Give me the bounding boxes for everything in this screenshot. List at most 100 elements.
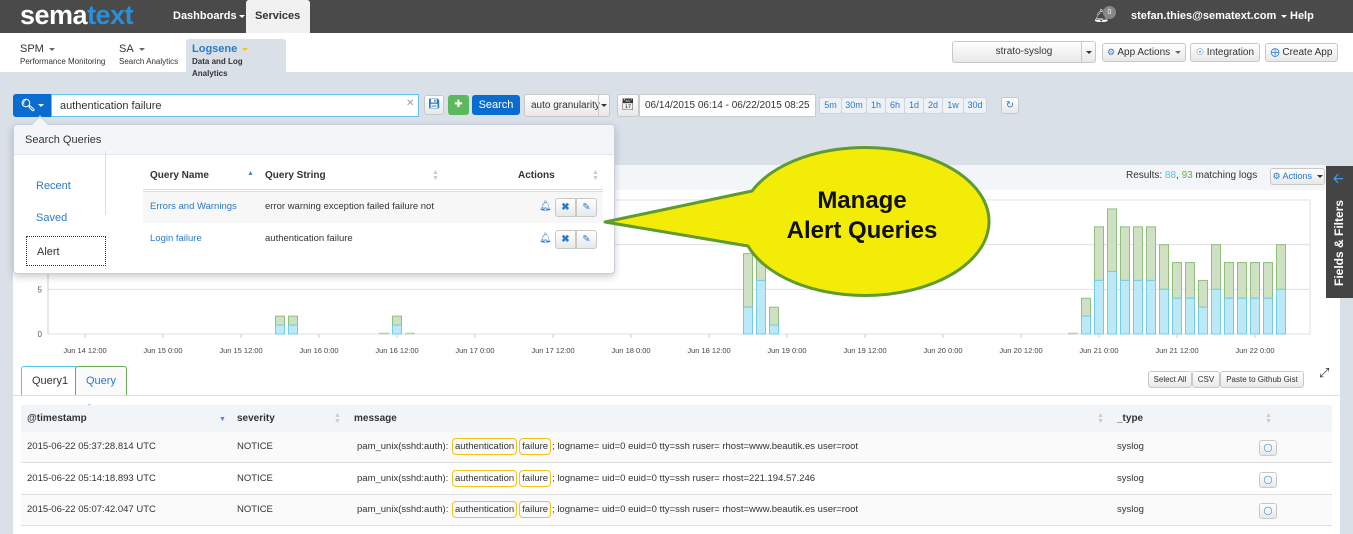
app-actions-button[interactable]: ⚙ App Actions [1102, 43, 1186, 62]
select-all-button[interactable]: Select All [1148, 371, 1192, 388]
bar-query1[interactable] [1263, 297, 1273, 335]
bar-query1[interactable] [1276, 288, 1286, 335]
dropdown-toggle[interactable] [598, 95, 609, 116]
bar-query2[interactable] [769, 306, 779, 326]
side-tab-alert[interactable]: Alert [26, 236, 106, 266]
results-actions-button[interactable]: ⚙ Actions [1270, 168, 1325, 185]
bar-query1[interactable] [1094, 279, 1104, 335]
column-header-query-string[interactable]: Query String [265, 165, 326, 187]
table-row[interactable]: 2015-06-22 05:37:28.814 UTC NOTICE pam_uni… [21, 432, 1332, 463]
refresh-button[interactable]: ↻ [1001, 97, 1019, 114]
time-button-6h[interactable]: 6h [885, 97, 905, 114]
table-row[interactable]: 2015-06-22 05:07:42.047 UTC NOTICE pam_uni… [21, 495, 1332, 526]
bar-query1[interactable] [1120, 279, 1130, 335]
query-name-link[interactable]: Errors and Warnings [150, 192, 237, 222]
bar-query2[interactable] [1185, 262, 1195, 299]
app-sa[interactable]: SA Search Analytics [113, 39, 184, 72]
column-header-type[interactable]: _type [1117, 405, 1143, 432]
fullscreen-expand-icon[interactable]: ⤢ [1319, 365, 1329, 381]
add-query-button[interactable]: ✚ [448, 95, 469, 115]
sort-icon[interactable]: ▲ ▼ [1097, 412, 1104, 425]
sort-icon[interactable]: ▲ ▼ [1265, 412, 1272, 425]
sort-icon[interactable]: ▲ ▼ [432, 169, 439, 182]
bar-query2[interactable] [1237, 262, 1247, 299]
bar-query1[interactable] [769, 324, 779, 335]
integration-button[interactable]: ☉ Integration [1190, 43, 1260, 62]
bar-query1[interactable] [1081, 315, 1091, 335]
alert-bell-icon[interactable]: 🔔︎ [539, 233, 552, 244]
bar-query1[interactable] [1237, 297, 1247, 335]
time-button-5m[interactable]: 5m [819, 97, 842, 114]
bar-query1[interactable] [288, 324, 298, 335]
sort-icon[interactable]: ▲ ▼ [334, 412, 341, 425]
delete-query-button[interactable]: ✖ [555, 230, 576, 249]
time-button-1d[interactable]: 1d [904, 97, 924, 114]
help-link[interactable]: Help [1290, 0, 1314, 33]
bar-query2[interactable] [1276, 244, 1286, 290]
side-tab-saved[interactable]: Saved [26, 203, 106, 233]
date-range-input[interactable]: 06/14/2015 06:14 - 06/22/2015 08:25 [639, 94, 816, 117]
search-input[interactable] [51, 94, 419, 117]
bar-query1[interactable] [743, 306, 753, 335]
row-details-button[interactable]: ◯ [1259, 471, 1277, 488]
bar-query1[interactable] [1198, 306, 1208, 335]
edit-query-button[interactable]: ✎ [576, 198, 597, 217]
row-details-button[interactable]: ◯ [1259, 440, 1277, 456]
user-menu[interactable]: stefan.thies@sematext.com [1131, 0, 1288, 33]
bar-query2[interactable] [392, 315, 402, 326]
nav-dashboards[interactable]: Dashboards [164, 0, 254, 33]
bar-query2[interactable] [1263, 262, 1273, 299]
column-header-actions[interactable]: Actions [518, 165, 555, 187]
bar-query1[interactable] [1159, 288, 1169, 335]
bar-query2[interactable] [288, 315, 298, 326]
time-button-1h[interactable]: 1h [866, 97, 886, 114]
csv-export-button[interactable]: CSV [1192, 371, 1220, 388]
bar-query2[interactable] [1146, 226, 1156, 281]
tab-query1[interactable]: Query1 [21, 366, 80, 395]
app-spm[interactable]: SPM Performance Monitoring [14, 39, 111, 72]
app-logsene[interactable]: Logsene Data and Log Analytics [186, 39, 286, 78]
fields-filters-panel-toggle[interactable]: 🡠 Fields & Filters [1326, 166, 1353, 298]
time-button-30m[interactable]: 30m [841, 97, 867, 114]
bar-query1[interactable] [756, 279, 766, 335]
bar-query2[interactable] [1133, 226, 1143, 281]
column-header-message[interactable]: message [354, 405, 397, 432]
bar-query2[interactable] [1120, 226, 1130, 281]
alert-query-row[interactable]: Errors and Warnings error warning excepti… [143, 191, 603, 223]
row-details-button[interactable]: ◯ [1259, 503, 1277, 519]
bar-query1[interactable] [1224, 297, 1234, 335]
bar-query2[interactable] [743, 253, 753, 308]
bar-query1[interactable] [1250, 297, 1260, 335]
column-header-query-name[interactable]: Query Name [150, 165, 209, 187]
granularity-select[interactable]: auto granularity [524, 94, 610, 117]
query-name-link[interactable]: Login failure [150, 224, 202, 254]
tab-query2[interactable]: Query 2✕ [75, 366, 127, 415]
side-tab-recent[interactable]: Recent [26, 171, 106, 201]
dropdown-toggle[interactable] [1081, 42, 1095, 62]
bar-query1[interactable] [1107, 270, 1117, 335]
bar-query2[interactable] [1159, 244, 1169, 290]
create-app-button[interactable]: ⨁ Create App [1265, 43, 1338, 62]
column-header-severity[interactable]: severity [237, 405, 275, 432]
bar-query2[interactable] [1081, 297, 1091, 317]
calendar-button[interactable]: 📅︎ [617, 94, 639, 117]
clear-search-icon[interactable]: ✕ [406, 98, 414, 109]
sort-icon[interactable]: ▲ ▼ [592, 169, 599, 182]
bar-query2[interactable] [1250, 262, 1260, 299]
bar-query1[interactable] [1133, 279, 1143, 335]
bar-query2[interactable] [1172, 262, 1182, 299]
bar-query2[interactable] [1198, 279, 1208, 308]
search-button[interactable]: Search [472, 95, 520, 115]
bar-query2[interactable] [1107, 208, 1117, 272]
alert-query-row[interactable]: Login failure authentication failure 🔔︎ ✖ ✎ [143, 224, 603, 256]
bar-empty[interactable] [379, 332, 389, 335]
nav-services[interactable]: Services [246, 0, 310, 51]
bar-empty[interactable] [405, 332, 415, 335]
column-header-timestamp[interactable]: @timestamp [27, 405, 87, 432]
time-button-30d[interactable]: 30d [963, 97, 987, 114]
paste-to-gist-button[interactable]: Paste to Github Gist [1220, 371, 1304, 388]
time-button-2d[interactable]: 2d [923, 97, 943, 114]
delete-query-button[interactable]: ✖ [555, 198, 576, 217]
save-query-button[interactable]: 💾︎ [424, 95, 444, 115]
bar-query2[interactable] [275, 315, 285, 326]
